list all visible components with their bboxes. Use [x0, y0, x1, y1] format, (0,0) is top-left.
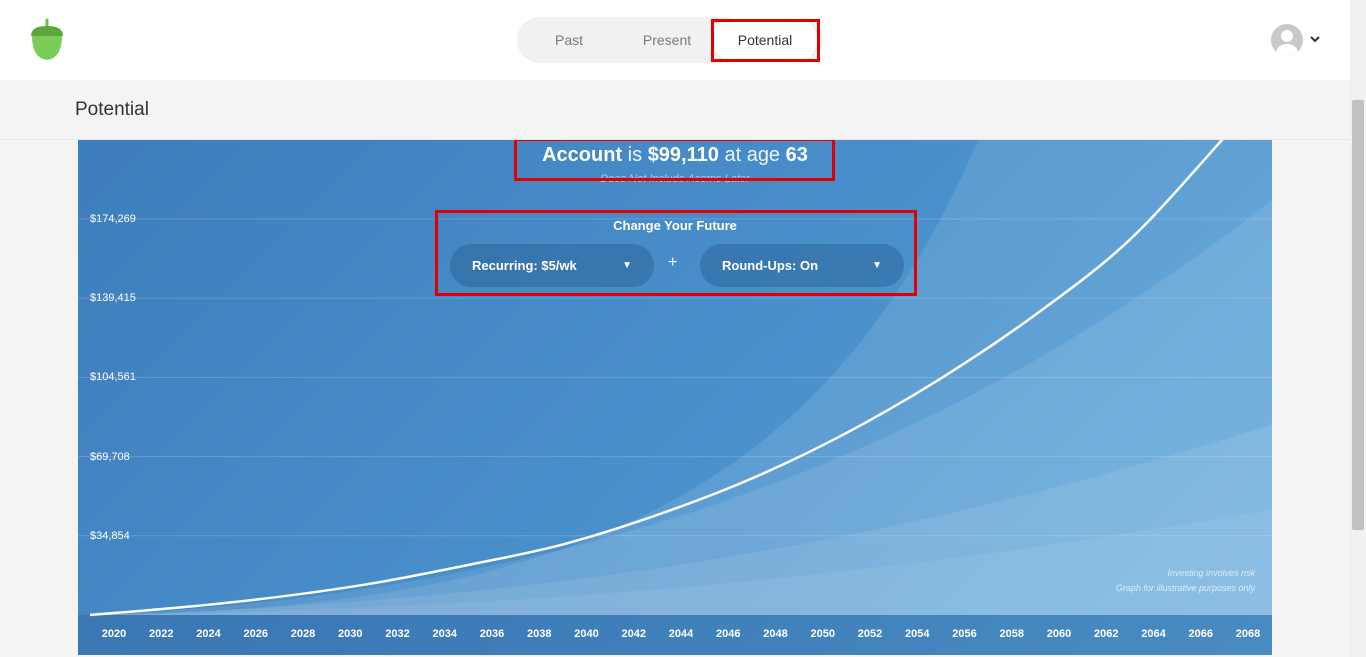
- x-tick-label: 2056: [952, 628, 977, 640]
- x-tick-label: 2032: [385, 628, 410, 640]
- x-tick-label: 2024: [196, 628, 221, 640]
- tab-present[interactable]: Present: [617, 17, 717, 63]
- x-tick-label: 2050: [810, 628, 835, 640]
- user-avatar-icon[interactable]: [1271, 24, 1303, 56]
- potential-chart: Account is $99,110 at age 63 Does Not In…: [78, 140, 1272, 655]
- scrollbar-thumb[interactable]: [1352, 100, 1364, 530]
- x-tick-label: 2036: [479, 628, 505, 640]
- illustrative-note: Graph for illustrative purposes only: [1115, 583, 1255, 593]
- x-tick-label: 2020: [101, 628, 127, 640]
- highlight-box-controls: [435, 210, 917, 296]
- x-tick-label: 2022: [149, 628, 174, 640]
- x-tick-label: 2058: [999, 628, 1024, 640]
- x-tick-label: 2040: [574, 628, 599, 640]
- avatar-body: [1276, 44, 1298, 56]
- risk-note: Investing involves risk: [1167, 568, 1255, 578]
- x-tick-label: 2030: [338, 628, 363, 640]
- page-header: Potential: [0, 80, 1350, 140]
- x-tick-label: 2060: [1046, 628, 1072, 640]
- x-tick-label: 2026: [243, 628, 268, 640]
- x-tick-label: 2034: [432, 628, 457, 640]
- chevron-down-icon[interactable]: [1308, 32, 1322, 46]
- page-title: Potential: [75, 99, 149, 120]
- avatar-head: [1281, 30, 1293, 42]
- x-tick-label: 2066: [1188, 628, 1213, 640]
- x-tick-label: 2028: [290, 628, 316, 640]
- y-tick-label: $104,561: [90, 371, 136, 384]
- x-tick-label: 2068: [1235, 628, 1261, 640]
- y-tick-label: $174,269: [90, 212, 136, 225]
- x-tick-label: 2046: [716, 628, 741, 640]
- x-tick-label: 2052: [857, 628, 883, 640]
- y-tick-label: $69,708: [90, 450, 130, 463]
- x-tick-label: 2038: [527, 628, 552, 640]
- x-tick-label: 2062: [1094, 628, 1119, 640]
- tab-past[interactable]: Past: [517, 17, 621, 63]
- x-tick-label: 2054: [905, 628, 930, 640]
- acorn-logo-icon[interactable]: [28, 18, 66, 62]
- highlight-box-headline: [514, 140, 835, 181]
- top-navigation-bar: Past Present Potential: [0, 0, 1350, 80]
- y-tick-label: $34,854: [90, 529, 130, 542]
- y-tick-label: $139,415: [90, 292, 136, 305]
- x-tick-label: 2048: [763, 628, 788, 640]
- highlight-box-potential-tab: [711, 19, 820, 62]
- x-tick-label: 2044: [668, 628, 694, 640]
- x-tick-label: 2042: [621, 628, 646, 640]
- x-tick-label: 2064: [1141, 628, 1166, 640]
